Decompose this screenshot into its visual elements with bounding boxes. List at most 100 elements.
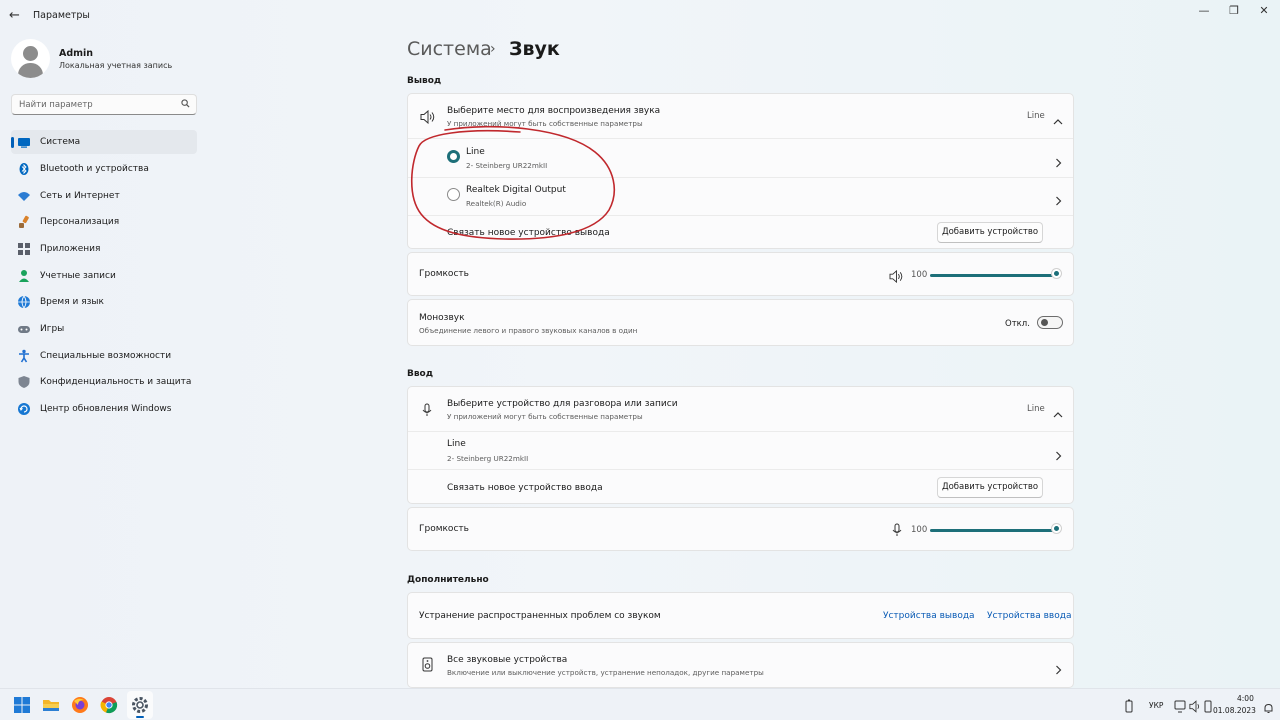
chevron-right-icon[interactable] xyxy=(1055,191,1062,210)
output-volume-slider[interactable] xyxy=(930,267,1061,283)
settings-icon[interactable] xyxy=(130,695,150,715)
add-input-device-button[interactable]: Добавить устройство xyxy=(937,477,1043,498)
language-indicator[interactable]: УКР xyxy=(1149,701,1163,710)
add-output-device-button[interactable]: Добавить устройство xyxy=(937,222,1043,243)
input-device-card: Выберите устройство для разговора или за… xyxy=(407,386,1074,504)
sidebar-item-system[interactable]: Система xyxy=(11,130,197,154)
troubleshoot-card: Устранение распространенных проблем со з… xyxy=(407,592,1074,639)
input-volume-value: 100 xyxy=(911,525,928,535)
input-current-device: Line xyxy=(1027,404,1045,414)
output-current-device: Line xyxy=(1027,111,1045,121)
breadcrumb-separator: › xyxy=(490,41,496,57)
windows-start-icon[interactable] xyxy=(12,695,32,715)
chevron-right-icon[interactable] xyxy=(1055,446,1062,465)
search-icon[interactable] xyxy=(181,99,190,111)
mono-audio-subtitle: Объединение левого и правого звуковых ка… xyxy=(419,326,638,335)
battery-icon[interactable] xyxy=(1124,698,1134,717)
search-placeholder: Найти параметр xyxy=(19,100,93,110)
app-title: Параметры xyxy=(33,10,90,21)
time-language-icon xyxy=(17,295,31,309)
chevron-up-icon[interactable] xyxy=(1053,404,1063,423)
input-volume-slider[interactable] xyxy=(930,522,1061,538)
output-volume-card: Громкость 100 xyxy=(407,252,1074,296)
chrome-icon[interactable] xyxy=(99,695,119,715)
advanced-section-heading: Дополнительно xyxy=(407,575,489,585)
chevron-up-icon[interactable] xyxy=(1053,111,1063,130)
clock-date[interactable]: 01.08.2023 xyxy=(1213,706,1256,715)
sidebar-item-time-language[interactable]: Время и язык xyxy=(11,290,197,314)
input-volume-thumb[interactable] xyxy=(1052,524,1061,533)
page-title: Звук xyxy=(509,38,560,60)
accounts-icon xyxy=(17,269,31,283)
notification-icon[interactable] xyxy=(1264,699,1273,718)
output-header-title: Выберите место для воспроизведения звука xyxy=(447,106,661,116)
troubleshoot-input-link[interactable]: Устройства ввода xyxy=(987,611,1071,621)
input-device-header[interactable]: Выберите устройство для разговора или за… xyxy=(408,387,1073,431)
mono-audio-toggle[interactable] xyxy=(1037,316,1063,329)
sidebar-item-accessibility[interactable]: Специальные возможности xyxy=(11,344,197,368)
annotation-circle xyxy=(410,125,616,240)
mono-audio-state: Откл. xyxy=(1005,319,1030,329)
clock-time[interactable]: 4:00 xyxy=(1237,694,1254,703)
volume-tray-icon[interactable] xyxy=(1189,698,1203,717)
close-button[interactable]: ✕ xyxy=(1252,4,1276,18)
brush-icon xyxy=(17,215,31,229)
sidebar-item-privacy[interactable]: Конфиденциальность и защита xyxy=(11,370,197,394)
user-account-type: Локальная учетная запись xyxy=(59,61,173,70)
sidebar-item-label: Конфиденциальность и защита xyxy=(40,377,192,387)
chevron-right-icon[interactable] xyxy=(1055,660,1062,679)
file-explorer-icon[interactable] xyxy=(41,695,61,715)
microphone-icon[interactable] xyxy=(892,522,902,541)
troubleshoot-label: Устранение распространенных проблем со з… xyxy=(419,611,661,621)
sidebar-item-accounts[interactable]: Учетные записи xyxy=(11,264,197,288)
mono-audio-card: Монозвук Объединение левого и правого зв… xyxy=(407,299,1074,346)
output-volume-track xyxy=(930,274,1054,277)
restore-button[interactable]: ❐ xyxy=(1222,4,1246,18)
input-device-name: Line xyxy=(447,439,466,449)
input-device-sub: 2- Steinberg UR22mkII xyxy=(447,454,529,463)
sidebar-item-windows-update[interactable]: Центр обновления Windows xyxy=(11,397,197,421)
speaker-icon[interactable] xyxy=(889,268,904,287)
chevron-right-icon[interactable] xyxy=(1055,153,1062,172)
network-status-icon[interactable] xyxy=(1174,698,1188,717)
sidebar-item-network[interactable]: Сеть и Интернет xyxy=(11,184,197,208)
sidebar-item-label: Время и язык xyxy=(40,297,104,307)
gaming-icon xyxy=(17,322,31,336)
accessibility-icon xyxy=(17,349,31,363)
network-icon xyxy=(17,189,31,203)
speaker-device-icon xyxy=(422,657,433,676)
breadcrumb-parent[interactable]: Система xyxy=(407,38,492,60)
input-volume-track xyxy=(930,529,1054,532)
pair-input-device-label: Связать новое устройство ввода xyxy=(447,483,603,493)
mono-audio-title: Монозвук xyxy=(419,313,465,323)
all-sound-devices-card[interactable]: Все звуковые устройства Включение или вы… xyxy=(407,642,1074,688)
divider xyxy=(408,469,1073,470)
avatar-head xyxy=(23,46,38,61)
avatar[interactable] xyxy=(11,39,50,78)
input-header-subtitle: У приложений могут быть собственные пара… xyxy=(447,412,643,421)
sidebar-item-label: Система xyxy=(40,137,81,147)
troubleshoot-output-link[interactable]: Устройства вывода xyxy=(883,611,975,621)
sidebar-item-personalization[interactable]: Персонализация xyxy=(11,210,197,234)
sidebar-item-label: Центр обновления Windows xyxy=(40,404,172,414)
power-tray-icon[interactable] xyxy=(1204,698,1212,717)
minimize-button[interactable]: — xyxy=(1192,4,1216,18)
update-icon xyxy=(17,402,31,416)
search-input[interactable]: Найти параметр xyxy=(11,94,197,115)
sidebar-item-label: Приложения xyxy=(40,244,101,254)
sidebar-item-label: Специальные возможности xyxy=(40,351,172,361)
microphone-icon xyxy=(422,402,432,421)
input-device-row[interactable]: Line 2- Steinberg UR22mkII xyxy=(408,432,1073,469)
sidebar-item-gaming[interactable]: Игры xyxy=(11,317,197,341)
sidebar-item-bluetooth[interactable]: Bluetooth и устройства xyxy=(11,157,197,181)
sidebar-item-apps[interactable]: Приложения xyxy=(11,237,197,261)
sidebar-item-label: Персонализация xyxy=(40,217,120,227)
sidebar-item-label: Сеть и Интернет xyxy=(40,191,120,201)
back-button[interactable]: ← xyxy=(9,8,25,24)
shield-icon xyxy=(17,375,31,389)
firefox-icon[interactable] xyxy=(70,695,90,715)
title-bar: ← Параметры — ❐ ✕ xyxy=(0,0,1280,32)
avatar-body xyxy=(18,63,43,78)
output-volume-thumb[interactable] xyxy=(1052,269,1061,278)
apps-icon xyxy=(17,242,31,256)
